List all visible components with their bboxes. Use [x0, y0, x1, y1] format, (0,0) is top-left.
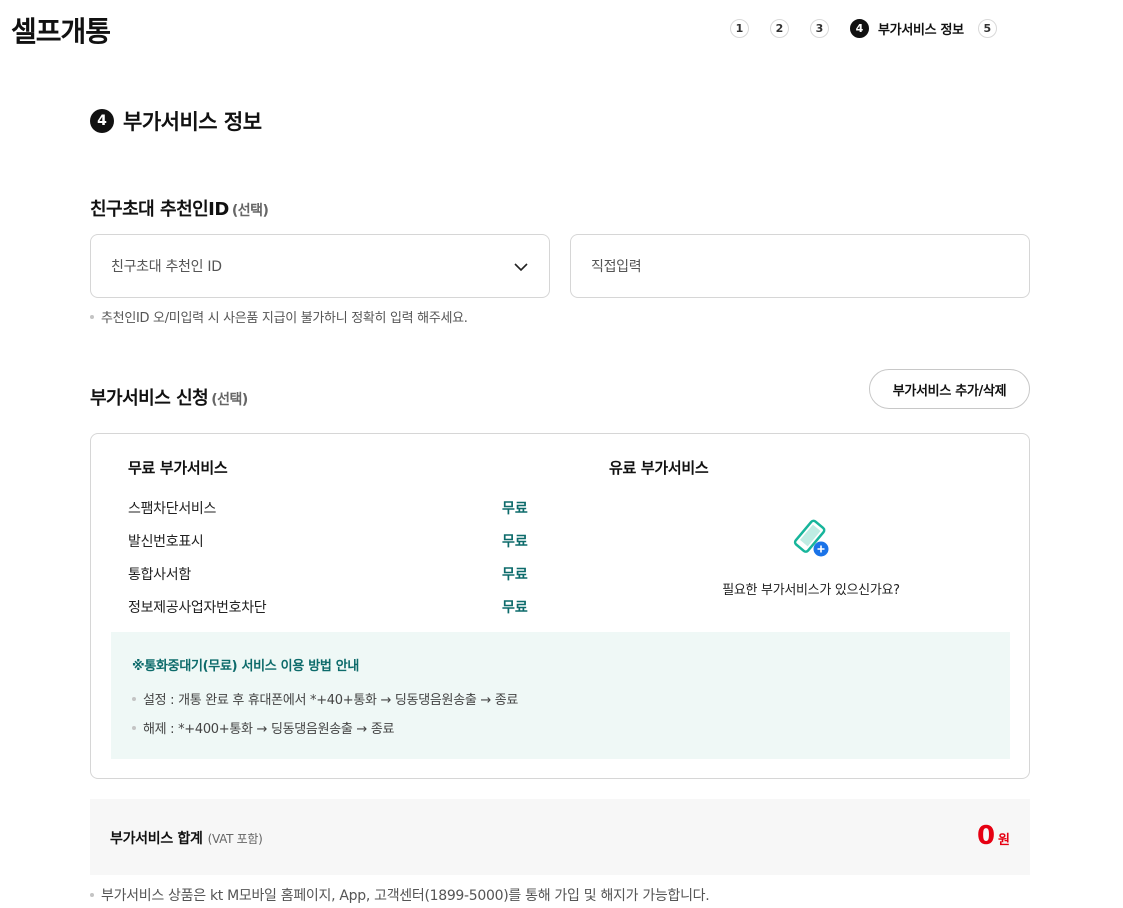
list-item: 정보제공사업자번호차단 무료: [128, 597, 528, 617]
step-indicator: 1 2 3 4 부가서비스 정보 5: [730, 19, 997, 38]
free-service-name: 스팸차단서비스: [128, 501, 217, 517]
footer-note: 부가서비스 상품은 kt M모바일 홈페이지, App, 고객센터(1899-5…: [90, 885, 710, 905]
step-5: 5: [977, 19, 997, 38]
list-item: 스팸차단서비스 무료: [128, 498, 528, 518]
referral-input-placeholder: 직접입력: [591, 259, 642, 275]
addon-service-box: 무료 부가서비스 유료 부가서비스 스팸차단서비스 무료 발신번호표시 무료 통…: [90, 433, 1030, 779]
app-title: 셀프개통: [11, 15, 111, 48]
paid-empty-text: 필요한 부가서비스가 있으신가요?: [722, 583, 900, 598]
list-item: 통합사서함 무료: [128, 564, 528, 584]
footer-note-text: 부가서비스 상품은 kt M모바일 홈페이지, App, 고객센터(1899-5…: [101, 888, 710, 904]
referral-optional-label: (선택): [231, 203, 269, 219]
free-service-price: 무료: [502, 501, 528, 517]
addon-title-text: 부가서비스 신청: [90, 388, 209, 409]
guide-line-text: 해제 : *+400+통화 → 딩동댕음원송출 → 종료: [143, 722, 395, 737]
free-service-name: 정보제공사업자번호차단: [128, 600, 267, 616]
free-services-title: 무료 부가서비스: [128, 459, 228, 477]
phone-add-icon: [789, 517, 833, 561]
referral-id-input[interactable]: 직접입력: [570, 234, 1030, 298]
addon-title: 부가서비스 신청 (선택): [90, 384, 248, 410]
guide-line: 설정 : 개통 완료 후 휴대폰에서 *+40+통화 → 딩동댕음원송출 → 종…: [132, 689, 518, 708]
addon-total-bar: 부가서비스 합계 (VAT 포함) 0 원: [90, 799, 1030, 875]
referral-title-text: 친구초대 추천인ID: [90, 199, 229, 220]
referral-hint: 추천인ID 오/미입력 시 사은품 지급이 불가하니 정확히 입력 해주세요.: [90, 307, 468, 326]
bullet-dot: [132, 696, 136, 701]
step-4-active: 4: [850, 19, 869, 38]
total-value: 0: [976, 821, 996, 851]
free-service-name: 통합사서함: [128, 567, 191, 583]
total-label-text: 부가서비스 합계: [110, 831, 203, 847]
referral-title: 친구초대 추천인ID (선택): [90, 195, 269, 221]
section-heading: 4 부가서비스 정보: [90, 106, 262, 136]
free-service-price: 무료: [502, 600, 528, 616]
section-title: 부가서비스 정보: [123, 110, 262, 134]
list-item: 발신번호표시 무료: [128, 531, 528, 551]
guide-line-text: 설정 : 개통 완료 후 휴대폰에서 *+40+통화 → 딩동댕음원송출 → 종…: [143, 693, 519, 708]
paid-services-title: 유료 부가서비스: [609, 459, 709, 477]
total-amount: 0 원: [977, 821, 1010, 851]
step-2: 2: [770, 19, 789, 38]
active-step-label: 부가서비스 정보: [878, 23, 964, 38]
referral-hint-text: 추천인ID 오/미입력 시 사은품 지급이 불가하니 정확히 입력 해주세요.: [101, 311, 468, 326]
referral-select-value: 친구초대 추천인 ID: [111, 259, 222, 275]
total-vat-label: (VAT 포함): [207, 832, 263, 846]
bullet-dot: [90, 893, 94, 897]
section-number: 4: [90, 109, 114, 133]
bullet-dot: [132, 725, 136, 730]
addon-optional-label: (선택): [211, 392, 248, 408]
free-service-name: 발신번호표시: [128, 534, 204, 550]
chevron-down-icon: [513, 259, 529, 279]
call-waiting-guide: ※통화중대기(무료) 서비스 이용 방법 안내 설정 : 개통 완료 후 휴대폰…: [111, 632, 1010, 759]
bullet-dot: [90, 314, 94, 319]
step-1: 1: [730, 19, 749, 38]
step-3: 3: [810, 19, 829, 38]
total-label: 부가서비스 합계 (VAT 포함): [110, 828, 263, 848]
paid-services-empty: 필요한 부가서비스가 있으신가요?: [701, 517, 921, 598]
free-service-price: 무료: [502, 567, 528, 583]
referral-id-select[interactable]: 친구초대 추천인 ID: [90, 234, 550, 298]
addon-edit-button[interactable]: 부가서비스 추가/삭제: [869, 369, 1030, 409]
guide-line: 해제 : *+400+통화 → 딩동댕음원송출 → 종료: [132, 718, 394, 737]
guide-title: ※통화중대기(무료) 서비스 이용 방법 안내: [132, 659, 360, 674]
free-service-price: 무료: [502, 534, 528, 550]
total-unit: 원: [998, 833, 1010, 848]
